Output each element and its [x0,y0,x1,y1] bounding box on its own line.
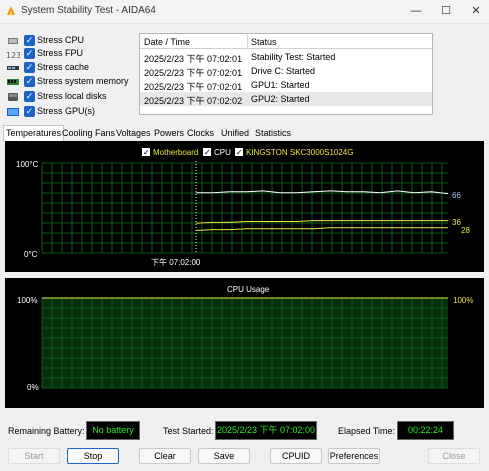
stress-cpu-label: Stress CPU [37,35,85,45]
memory-icon [7,79,19,85]
log-row[interactable]: 2025/2/23 下午 07:02:02 GPU2: Started [140,92,432,106]
tab-powers[interactable]: Powers [154,126,184,141]
cpu-usage-chart-svg: CPU Usage 100% 0% 100% [17,285,473,392]
battery-value: No battery [86,421,140,440]
legend-label-motherboard: Motherboard [153,148,198,157]
close-button[interactable]: Close [428,448,480,464]
stress-cpu-checkbox[interactable]: ✓ [24,35,35,46]
test-started-label: Test Started: [163,426,214,436]
preferences-button[interactable]: Preferences [328,448,380,464]
clear-button[interactable]: Clear [139,448,191,464]
legend-label-kingston: KINGSTON SKC3000S1024G [246,148,353,157]
tab-clocks[interactable]: Clocks [187,126,214,141]
temperature-grid [41,162,448,254]
stress-disks-label: Stress local disks [37,91,107,101]
title-bar: System Stability Test - AIDA64 — ☐ ✕ [0,0,489,24]
cpu-usage-area [42,298,448,388]
stress-fpu-checkbox[interactable]: ✓ [24,48,35,59]
aida64-app-icon [7,6,15,15]
window-title: System Stability Test - AIDA64 [21,5,156,16]
start-button[interactable]: Start [8,448,60,464]
elapsed-time-value: 00:22:24 [397,421,454,440]
stress-gpu-checkbox[interactable]: ✓ [24,106,35,117]
svg-text:✓: ✓ [236,148,243,157]
stress-disks-checkbox[interactable]: ✓ [24,91,35,102]
svg-text:123: 123 [6,51,20,60]
temperature-chart-svg: ✓ Motherboard ✓ CPU ✓ KINGSTON SKC3000S1… [16,148,470,267]
y-axis-top-label: 100°C [16,160,39,169]
motherboard-temp-value: 28 [461,226,470,235]
cpu-y-bottom-label: 0% [27,383,39,392]
close-window-button[interactable]: ✕ [468,3,484,19]
time-axis-label: 下午 07:02:00 [151,257,201,267]
elapsed-time-label: Elapsed Time: [338,426,396,436]
maximize-button[interactable]: ☐ [438,3,454,19]
cache-icon [7,66,19,70]
cpu-icon [8,38,18,44]
stress-disks-option[interactable]: ✓ Stress local disks [6,91,136,104]
stress-memory-label: Stress system memory [37,76,129,86]
log-status: Stability Test: Started [251,52,336,62]
tab-statistics[interactable]: Statistics [255,126,291,141]
stop-button[interactable]: Stop [67,448,119,464]
gpu-icon [7,108,19,116]
cpu-temp-value: 66 [452,191,461,200]
log-row[interactable]: 2025/2/23 下午 07:02:01 GPU1: Started [140,78,432,92]
log-status: GPU2: Started [251,94,310,104]
stress-fpu-option[interactable]: 123 ✓ Stress FPU [6,48,136,61]
column-separator[interactable] [247,35,248,48]
y-axis-bottom-label: 0°C [24,250,38,259]
stress-gpu-label: Stress GPU(s) [37,106,96,116]
column-header-datetime[interactable]: Date / Time [144,37,190,47]
cpu-usage-graph: CPU Usage 100% 0% 100% [5,278,484,408]
disk-icon [8,93,18,101]
log-row[interactable]: 2025/2/23 下午 07:02:01 Stability Test: St… [140,50,432,64]
stress-gpu-option[interactable]: ✓ Stress GPU(s) [6,106,136,119]
fpu-icon: 123 [6,51,20,60]
minimize-button[interactable]: — [408,3,424,19]
log-status: Drive C: Started [251,66,316,76]
save-button[interactable]: Save [198,448,250,464]
log-status: GPU1: Started [251,80,310,90]
test-started-value: 2025/2/23 下午 07:02:00 [215,421,317,440]
tab-unified[interactable]: Unified [221,126,249,141]
stress-memory-checkbox[interactable]: ✓ [24,76,35,87]
cpu-y-top-label: 100% [17,296,37,305]
battery-label: Remaining Battery: [8,426,85,436]
log-time: 2025/2/23 下午 07:02:02 [144,96,243,106]
temperature-graph: ✓ Motherboard ✓ CPU ✓ KINGSTON SKC3000S1… [5,141,484,272]
svg-text:✓: ✓ [143,148,150,157]
legend-label-cpu: CPU [214,148,231,157]
tab-cooling-fans[interactable]: Cooling Fans [62,126,115,141]
cpu-usage-grid [41,297,448,389]
stress-fpu-label: Stress FPU [37,48,84,58]
tab-temperatures[interactable]: Temperatures [3,125,65,142]
column-header-status[interactable]: Status [251,37,277,47]
graph-tabs: Temperatures Cooling Fans Voltages Power… [3,125,487,142]
stress-cpu-option[interactable]: ✓ Stress CPU [6,35,136,48]
cpu-usage-value: 100% [453,296,473,305]
stress-cache-checkbox[interactable]: ✓ [24,62,35,73]
stress-memory-option[interactable]: ✓ Stress system memory [6,76,136,89]
stress-cache-option[interactable]: ✓ Stress cache [6,62,136,75]
cpuid-button[interactable]: CPUID [270,448,322,464]
log-row[interactable]: 2025/2/23 下午 07:02:01 Drive C: Started [140,64,432,78]
status-log-list[interactable]: Date / Time Status 2025/2/23 下午 07:02:01… [139,33,433,115]
svg-text:✓: ✓ [204,148,211,157]
tab-voltages[interactable]: Voltages [116,126,151,141]
log-header: Date / Time Status [140,34,432,49]
temperature-legend: ✓ Motherboard ✓ CPU ✓ KINGSTON SKC3000S1… [142,148,353,157]
stress-cache-label: Stress cache [37,62,90,72]
cpu-usage-title: CPU Usage [227,285,270,294]
